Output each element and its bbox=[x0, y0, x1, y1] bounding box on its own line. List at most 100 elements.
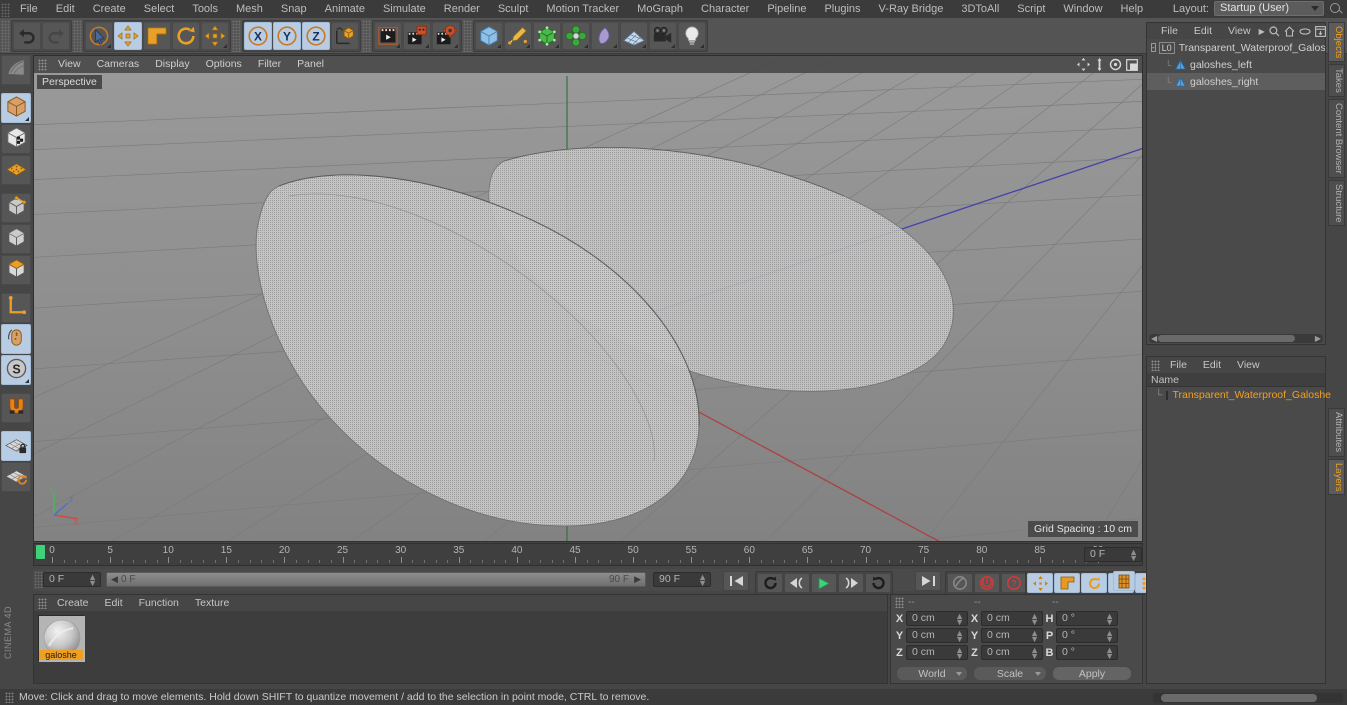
add-camera-button[interactable] bbox=[649, 22, 677, 50]
menu-item-window[interactable]: Window bbox=[1054, 0, 1111, 18]
stepper-icon[interactable]: ▲ ▼ bbox=[88, 573, 97, 588]
dolly-icon[interactable] bbox=[1094, 58, 1105, 71]
position-y-field[interactable]: 0 cm ▲ ▼ bbox=[906, 628, 968, 644]
coordinate-mode-dropdown[interactable]: Scale bbox=[973, 666, 1047, 681]
position-z-field[interactable]: 0 cm ▲ ▼ bbox=[906, 645, 968, 661]
layer-manager-grip[interactable] bbox=[1151, 359, 1160, 371]
scroll-thumb[interactable] bbox=[1161, 694, 1317, 702]
model-mode-button[interactable] bbox=[1, 93, 31, 123]
render-view-button[interactable] bbox=[374, 22, 402, 50]
orbit-icon[interactable] bbox=[1109, 58, 1122, 71]
menu-item-animate[interactable]: Animate bbox=[316, 0, 374, 18]
menu-item-snap[interactable]: Snap bbox=[272, 0, 316, 18]
coordinates-grip[interactable] bbox=[895, 597, 904, 608]
pan-icon[interactable] bbox=[1077, 58, 1090, 71]
object-menu-view[interactable]: View bbox=[1220, 23, 1259, 39]
redo-button[interactable] bbox=[42, 22, 70, 50]
add-environment-button[interactable] bbox=[620, 22, 648, 50]
add-nurbs-button[interactable] bbox=[533, 22, 561, 50]
scroll-left-arrow-icon[interactable]: ◀ bbox=[1151, 335, 1157, 343]
lock-workplane-button[interactable] bbox=[1, 431, 31, 461]
toolbar-grip[interactable] bbox=[362, 20, 371, 52]
polygons-mode-button[interactable] bbox=[1, 224, 31, 254]
magnet-tool-button[interactable] bbox=[1, 393, 31, 423]
make-editable-button[interactable] bbox=[1, 55, 31, 85]
play-forward-loop-button[interactable] bbox=[865, 573, 891, 593]
current-frame-marker[interactable] bbox=[36, 545, 45, 559]
maximize-icon[interactable] bbox=[1126, 58, 1138, 71]
stepper-icon[interactable]: ▲ ▼ bbox=[1105, 629, 1114, 644]
key-position-button[interactable] bbox=[1027, 573, 1053, 593]
menu-item-mograph[interactable]: MoGraph bbox=[628, 0, 692, 18]
key-rotation-button[interactable] bbox=[1081, 573, 1107, 593]
texture-mode-button[interactable] bbox=[1, 124, 31, 154]
menu-item-file[interactable]: File bbox=[11, 0, 47, 18]
world-object-coordinates-button[interactable] bbox=[331, 22, 359, 50]
menu-item-select[interactable]: Select bbox=[135, 0, 184, 18]
menu-item-plugins[interactable]: Plugins bbox=[815, 0, 869, 18]
play-button[interactable] bbox=[811, 573, 837, 593]
add-spline-button[interactable] bbox=[504, 22, 532, 50]
undo-button[interactable] bbox=[13, 22, 41, 50]
material-list[interactable]: galoshe bbox=[34, 611, 887, 683]
panel-tab-attributes[interactable]: Attributes bbox=[1328, 408, 1345, 457]
play-arrow-icon[interactable]: ▶ bbox=[1259, 27, 1265, 36]
size-x-field[interactable]: 0 cm ▲ ▼ bbox=[981, 611, 1043, 627]
stepper-icon[interactable]: ▲ ▼ bbox=[955, 646, 964, 661]
go-to-start-button[interactable] bbox=[723, 571, 749, 591]
scroll-right-arrow-icon[interactable]: ▶ bbox=[1315, 335, 1321, 343]
material-swatch-galoshe[interactable]: galoshe bbox=[38, 615, 85, 662]
layer-menu-file[interactable]: File bbox=[1162, 357, 1195, 373]
expand-collapse-icon[interactable]: - bbox=[1151, 43, 1156, 52]
preview-range-left-arrow-icon[interactable]: ◀ bbox=[111, 574, 118, 585]
viewport-menu-options[interactable]: Options bbox=[198, 56, 250, 73]
viewport-menu-panel[interactable]: Panel bbox=[289, 56, 332, 73]
coordinate-system-dropdown[interactable]: World bbox=[896, 666, 968, 681]
toolbar-grip[interactable] bbox=[463, 20, 472, 52]
menu-item-edit[interactable]: Edit bbox=[47, 0, 84, 18]
stepper-icon[interactable]: ▲ ▼ bbox=[698, 573, 707, 588]
layer-row[interactable]: └ Transparent_Waterproof_Galoshe bbox=[1147, 387, 1331, 403]
planar-workplane-button[interactable] bbox=[1, 462, 31, 492]
lock-z-axis-button[interactable]: Z bbox=[302, 22, 330, 50]
stepper-icon[interactable]: ▲ ▼ bbox=[1030, 629, 1039, 644]
viewport-menu-cameras[interactable]: Cameras bbox=[89, 56, 148, 73]
object-tree[interactable]: -L0Transparent_Waterproof_Galoshes └ galos… bbox=[1147, 39, 1325, 332]
rotation-p-field[interactable]: 0 ° ▲ ▼ bbox=[1056, 628, 1118, 644]
menu-item-tools[interactable]: Tools bbox=[183, 0, 227, 18]
rotation-b-field[interactable]: 0 ° ▲ ▼ bbox=[1056, 645, 1118, 661]
menu-item-render[interactable]: Render bbox=[435, 0, 489, 18]
rotation-h-field[interactable]: 0 ° ▲ ▼ bbox=[1056, 611, 1118, 627]
record-active-objects-button[interactable] bbox=[947, 573, 973, 593]
layer-menu-edit[interactable]: Edit bbox=[1195, 357, 1229, 373]
step-forward-button[interactable] bbox=[838, 573, 864, 593]
end-frame-field[interactable]: 90 F ▲ ▼ bbox=[653, 572, 711, 588]
menu-item-3dtoall[interactable]: 3DToAll bbox=[952, 0, 1008, 18]
search-icon[interactable] bbox=[1329, 2, 1343, 16]
toolbar-grip[interactable] bbox=[232, 20, 241, 52]
search-icon[interactable] bbox=[1269, 25, 1280, 37]
add-cube-button[interactable] bbox=[475, 22, 503, 50]
size-z-field[interactable]: 0 cm ▲ ▼ bbox=[981, 645, 1043, 661]
layer-menu-view[interactable]: View bbox=[1229, 357, 1268, 373]
object-tree-row[interactable]: └ galoshes_left bbox=[1147, 56, 1325, 73]
object-axis-mode-button[interactable] bbox=[1, 255, 31, 285]
step-back-button[interactable] bbox=[784, 573, 810, 593]
move-tool[interactable] bbox=[114, 22, 142, 50]
menu-item-create[interactable]: Create bbox=[84, 0, 135, 18]
viewport-menu-display[interactable]: Display bbox=[147, 56, 197, 73]
viewport-menu-view[interactable]: View bbox=[50, 56, 89, 73]
viewport-perspective[interactable]: View Cameras Display Options Filter Panel Per… bbox=[33, 55, 1143, 542]
material-menu-create[interactable]: Create bbox=[49, 595, 97, 611]
menu-item-v-ray-bridge[interactable]: V-Ray Bridge bbox=[870, 0, 953, 18]
add-light-button[interactable] bbox=[678, 22, 706, 50]
panel-tab-takes[interactable]: Takes bbox=[1328, 64, 1345, 98]
lock-x-axis-button[interactable]: X bbox=[244, 22, 272, 50]
menu-item-mesh[interactable]: Mesh bbox=[227, 0, 272, 18]
material-menu-texture[interactable]: Texture bbox=[187, 595, 237, 611]
stepper-icon[interactable]: ▲ ▼ bbox=[1105, 612, 1114, 627]
enable-snapping-button[interactable]: S bbox=[1, 355, 31, 385]
control-bar-grip[interactable] bbox=[34, 571, 43, 589]
rotate-tool[interactable] bbox=[172, 22, 200, 50]
menu-grip[interactable] bbox=[1, 3, 10, 17]
